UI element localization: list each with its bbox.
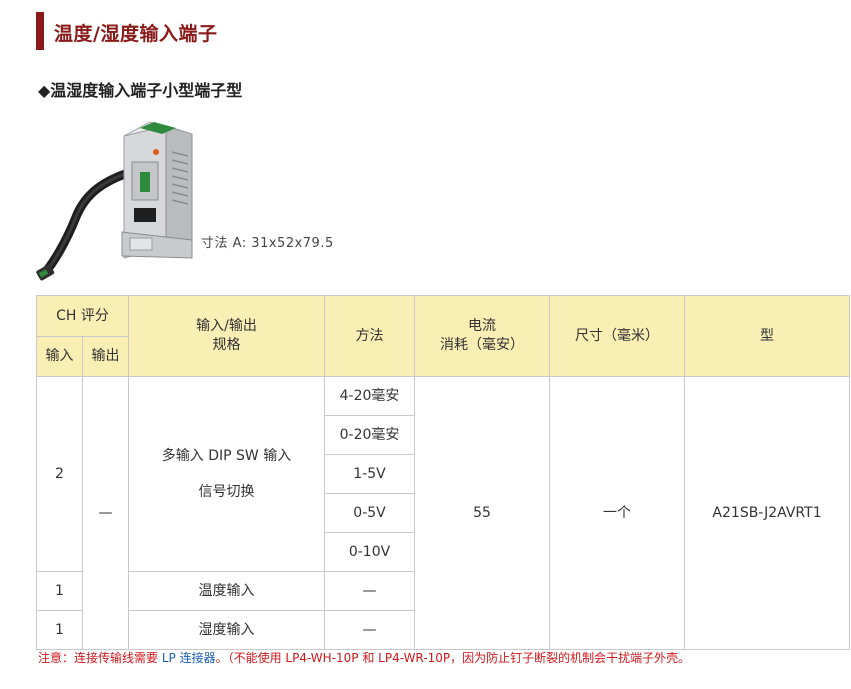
spec-table: CH 评分 输入/输出 规格 方法 电流 消耗（毫安） 尺寸（毫米） 型 输入 …: [35, 295, 851, 650]
cell-method: —: [324, 571, 416, 611]
header-method: 方法: [324, 295, 416, 377]
section-title-bar: 温度/湿度输入端子: [36, 12, 636, 50]
page-title: 温度/湿度输入端子: [54, 23, 218, 45]
cell-output: —: [81, 376, 130, 650]
dimensions-label: 寸法 A: 31x52x79.5: [201, 236, 334, 251]
cell-spec-line2: 信号切换: [198, 484, 255, 500]
cell-spec-line1: 多输入 DIP SW 输入: [161, 447, 292, 464]
header-current-line2: 消耗（毫安）: [440, 337, 525, 353]
cell-method: 0-5V: [324, 493, 416, 533]
header-input: 输入: [36, 336, 83, 377]
lp-connector-link[interactable]: LP 连接器: [162, 651, 216, 665]
cell-method: —: [324, 610, 416, 650]
cell-size: 一个: [549, 376, 686, 650]
cell-current: 55: [414, 376, 551, 650]
cell-model: A21SB-J2AVRT1: [684, 376, 851, 650]
cell-method: 0-20毫安: [324, 415, 416, 455]
cell-method: 4-20毫安: [324, 376, 416, 416]
header-spec-line2: 规格: [212, 337, 241, 353]
header-spec-line1: 输入/输出: [196, 318, 257, 335]
note-prefix: 注意：连接传输线需要: [38, 651, 159, 665]
terminal-product-image: [36, 121, 193, 281]
connector-note: 注意：连接传输线需要 LP 连接器。（不能使用 LP4-WH-10P 和 LP4…: [38, 649, 690, 666]
header-current: 电流 消耗（毫安）: [414, 295, 551, 377]
header-model: 型: [684, 295, 851, 377]
note-suffix: 。（不能使用 LP4-WH-10P 和 LP4-WR-10P，因为防止钉子断裂的…: [215, 651, 691, 665]
product-subheading: ◆温湿度输入端子小型端子型: [38, 81, 243, 100]
cell-input-count: 1: [36, 610, 83, 650]
cell-input-count: 2: [36, 376, 83, 572]
cell-method: 1-5V: [324, 454, 416, 494]
cell-spec: 温度输入: [128, 571, 326, 611]
cell-input-count: 1: [36, 571, 83, 611]
cell-spec-multi: 多输入 DIP SW 输入 信号切换: [128, 376, 326, 572]
header-size: 尺寸（毫米）: [549, 295, 686, 377]
header-output: 输出: [81, 336, 130, 377]
header-current-line1: 电流: [468, 318, 497, 335]
cell-spec: 湿度输入: [128, 610, 326, 650]
header-ch: CH 评分: [35, 295, 130, 337]
table-row: 2 — 多输入 DIP SW 输入 信号切换 4-20毫安 55 一个 A21S…: [36, 376, 851, 650]
title-accent-bar: [36, 12, 44, 50]
header-spec: 输入/输出 规格: [128, 295, 326, 377]
cell-method: 0-10V: [324, 532, 416, 572]
